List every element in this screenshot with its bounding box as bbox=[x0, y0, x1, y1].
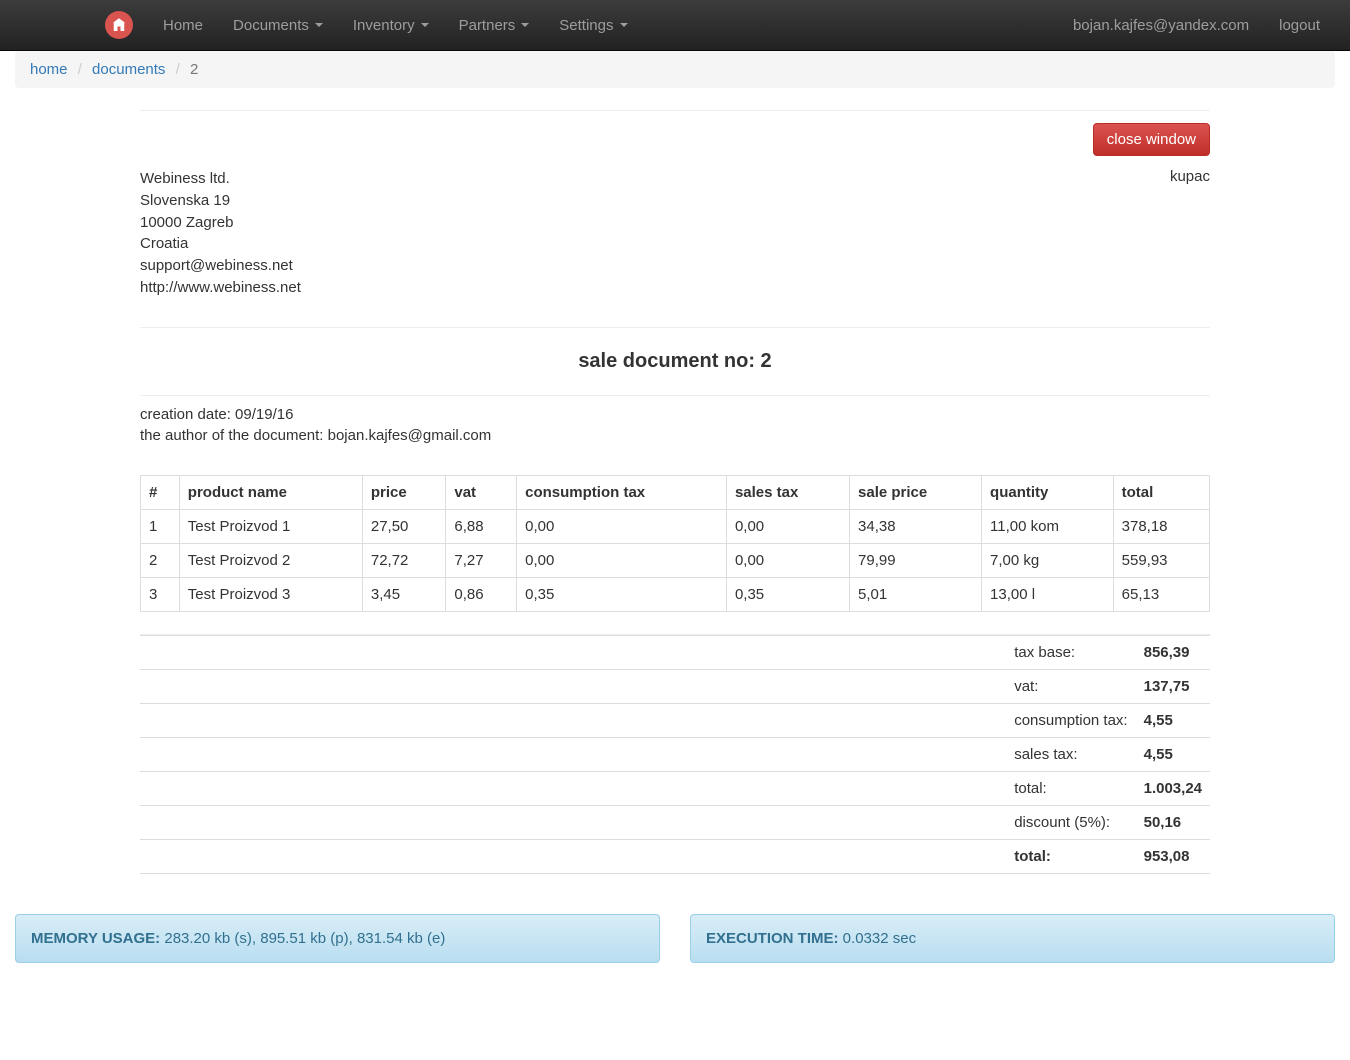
summary-row: total:953,08 bbox=[140, 840, 1210, 874]
summary-table: tax base:856,39vat:137,75consumption tax… bbox=[140, 635, 1210, 874]
nav-partners[interactable]: Partners bbox=[444, 2, 545, 49]
chevron-down-icon bbox=[315, 23, 323, 27]
execution-time-alert: EXECUTION TIME: 0.0332 sec bbox=[690, 914, 1335, 963]
company-address: Webiness ltd. Slovenska 19 10000 Zagreb … bbox=[140, 168, 301, 327]
navbar: Home Documents Inventory Partners Settin… bbox=[0, 0, 1350, 51]
nav-user-email[interactable]: bojan.kajfes@yandex.com bbox=[1058, 2, 1264, 49]
items-table: # product name price vat consumption tax… bbox=[140, 475, 1210, 612]
close-window-button[interactable]: close window bbox=[1093, 123, 1210, 156]
buyer-label: kupac bbox=[1170, 168, 1210, 327]
table-row: 3Test Proizvod 33,450,860,350,355,0113,0… bbox=[141, 578, 1210, 612]
breadcrumb-current: 2 bbox=[190, 61, 198, 78]
document-title: sale document no: 2 bbox=[140, 328, 1210, 395]
chevron-down-icon bbox=[521, 23, 529, 27]
document-meta: creation date: 09/19/16 the author of th… bbox=[140, 396, 1210, 476]
table-row: 1Test Proizvod 127,506,880,000,0034,3811… bbox=[141, 510, 1210, 544]
nav-home[interactable]: Home bbox=[148, 2, 218, 49]
summary-row: consumption tax:4,55 bbox=[140, 704, 1210, 738]
summary-row: discount (5%):50,16 bbox=[140, 806, 1210, 840]
breadcrumb-home[interactable]: home bbox=[30, 61, 68, 78]
nav-settings[interactable]: Settings bbox=[544, 2, 642, 49]
chevron-down-icon bbox=[620, 23, 628, 27]
breadcrumb-documents[interactable]: documents bbox=[92, 61, 165, 78]
breadcrumb: home / documents / 2 bbox=[15, 51, 1335, 88]
summary-row: sales tax:4,55 bbox=[140, 738, 1210, 772]
nav-inventory[interactable]: Inventory bbox=[338, 2, 444, 49]
memory-usage-alert: MEMORY USAGE: 283.20 kb (s), 895.51 kb (… bbox=[15, 914, 660, 963]
nav-documents[interactable]: Documents bbox=[218, 2, 338, 49]
summary-row: tax base:856,39 bbox=[140, 636, 1210, 670]
summary-row: total:1.003,24 bbox=[140, 772, 1210, 806]
summary-row: vat:137,75 bbox=[140, 670, 1210, 704]
nav-logout[interactable]: logout bbox=[1264, 2, 1335, 49]
table-header-row: # product name price vat consumption tax… bbox=[141, 476, 1210, 510]
building-icon bbox=[110, 16, 128, 34]
chevron-down-icon bbox=[421, 23, 429, 27]
brand-logo[interactable] bbox=[105, 11, 133, 39]
table-row: 2Test Proizvod 272,727,270,000,0079,997,… bbox=[141, 544, 1210, 578]
